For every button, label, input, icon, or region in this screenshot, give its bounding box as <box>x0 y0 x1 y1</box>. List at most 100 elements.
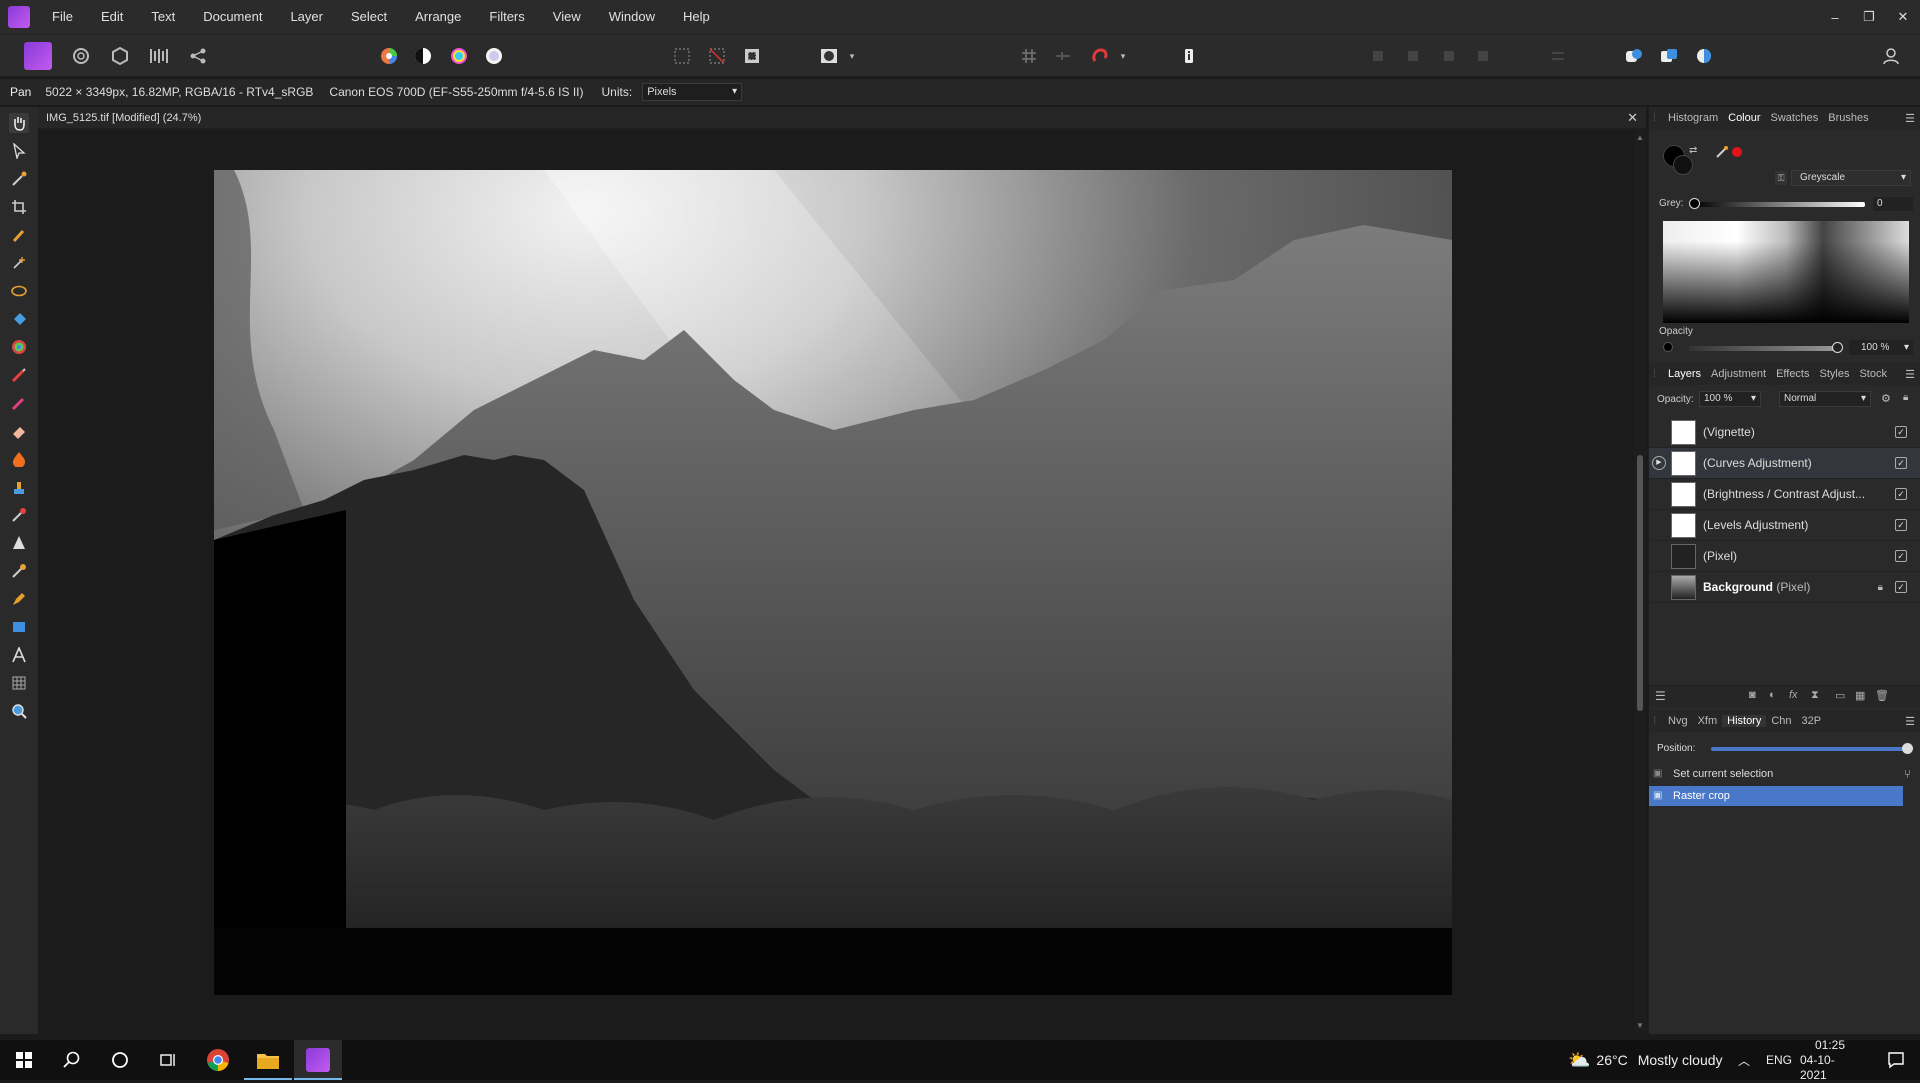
snapping-dropdown-icon[interactable]: ▾ <box>1117 43 1129 69</box>
history-branch-icon[interactable]: ⑂ <box>1904 764 1911 784</box>
flood-fill-tool-icon[interactable] <box>9 309 29 329</box>
snapping-magnet-icon[interactable] <box>1087 43 1113 69</box>
colour-mode-dropdown[interactable]: Greyscale ▾ <box>1791 170 1911 186</box>
add-group-icon[interactable]: ▭ <box>1835 689 1845 702</box>
blend-mode-dropdown[interactable]: Normal ▾ <box>1779 391 1871 407</box>
context-help-icon[interactable] <box>1176 43 1202 69</box>
layer-row[interactable]: (Brightness / Contrast Adjust... ✓ <box>1649 479 1920 510</box>
opacity-value-field[interactable]: 100 % ▾ <box>1849 340 1913 355</box>
tab-adjustment[interactable]: Adjustment <box>1706 368 1771 380</box>
move-back-icon[interactable] <box>1400 43 1426 69</box>
layer-lock-icon[interactable]: 🔒︎ <box>1903 392 1908 403</box>
document-tab[interactable]: IMG_5125.tif [Modified] (24.7%) ✕ <box>38 107 1646 129</box>
delete-layer-icon[interactable]: 🗑︎ <box>1875 689 1889 702</box>
move-to-back-icon[interactable] <box>1436 43 1462 69</box>
lock-icon[interactable]: ⚿ <box>1775 171 1787 185</box>
grey-value-field[interactable]: 0 <box>1873 197 1913 211</box>
file-explorer-icon[interactable] <box>244 1040 292 1080</box>
document-image[interactable] <box>214 170 1452 995</box>
grey-slider-handle[interactable] <box>1689 198 1700 209</box>
selection-marquee-icon[interactable] <box>669 43 695 69</box>
deselect-icon[interactable] <box>704 43 730 69</box>
layer-visibility-checkbox[interactable]: ✓ <box>1895 457 1907 469</box>
scroll-down-icon[interactable]: ▼ <box>1636 1021 1644 1030</box>
tab-brushes[interactable]: Brushes <box>1823 112 1873 124</box>
zoom-tool-icon[interactable] <box>9 701 29 721</box>
quick-mask-icon[interactable] <box>816 43 842 69</box>
quick-mask-dropdown-icon[interactable]: ▾ <box>846 43 858 69</box>
paint-brush-tool-icon[interactable] <box>9 365 29 385</box>
tab-channels[interactable]: Chn <box>1766 715 1796 727</box>
layer-locked-icon[interactable]: 🔒︎ <box>1878 582 1883 593</box>
auto-levels-icon[interactable] <box>376 43 402 69</box>
history-item-selected[interactable]: ▣ Raster crop <box>1649 786 1903 806</box>
panel-menu-icon[interactable]: ☰ <box>1905 715 1915 728</box>
notifications-icon[interactable] <box>1876 1040 1916 1080</box>
auto-contrast-icon[interactable] <box>410 43 436 69</box>
layer-stack-icon[interactable]: ☰ <box>1655 689 1666 703</box>
layer-visibility-checkbox[interactable]: ✓ <box>1895 581 1907 593</box>
erase-tool-icon[interactable] <box>9 421 29 441</box>
smudge-tool-icon[interactable] <box>9 561 29 581</box>
menu-layer[interactable]: Layer <box>276 0 337 34</box>
layer-opacity-field[interactable]: 100 % ▾ <box>1699 391 1761 407</box>
colour-replacement-tool-icon[interactable] <box>9 393 29 413</box>
add-pixel-layer-icon[interactable]: ▦ <box>1855 689 1865 702</box>
close-window-icon[interactable]: ✕ <box>1886 0 1920 34</box>
layer-row[interactable]: (Vignette) ✓ <box>1649 417 1920 448</box>
secondary-colour-swatch[interactable] <box>1673 155 1693 175</box>
minimize-icon[interactable]: – <box>1818 0 1852 34</box>
colour-wheel-box[interactable] <box>1663 221 1909 323</box>
align-icon[interactable] <box>1545 43 1571 69</box>
menu-filters[interactable]: Filters <box>475 0 538 34</box>
tab-transform[interactable]: Xfm <box>1693 715 1723 727</box>
language-indicator[interactable]: ENG <box>1766 1040 1792 1080</box>
show-hidden-icons-icon[interactable]: ︿ <box>1738 1040 1750 1080</box>
tab-styles[interactable]: Styles <box>1815 368 1855 380</box>
task-view-icon[interactable] <box>144 1040 192 1080</box>
picked-colour-swatch[interactable] <box>1732 147 1742 157</box>
start-button-icon[interactable] <box>0 1040 48 1080</box>
menu-file[interactable]: File <box>38 0 87 34</box>
tab-histogram[interactable]: Histogram <box>1663 112 1723 124</box>
tab-32p[interactable]: 32P <box>1797 715 1827 727</box>
weather-widget[interactable]: ⛅ 26°C Mostly cloudy <box>1568 1040 1723 1080</box>
cortana-icon[interactable] <box>96 1040 144 1080</box>
tab-swatches[interactable]: Swatches <box>1766 112 1824 124</box>
layer-row[interactable]: (Levels Adjustment) ✓ <box>1649 510 1920 541</box>
rectangle-tool-icon[interactable] <box>9 617 29 637</box>
affinity-photo-taskbar-icon[interactable] <box>294 1040 342 1080</box>
adjustment-layer-icon[interactable]: ◐ <box>1769 689 1776 701</box>
history-item[interactable]: ▣ Set current selection ⑂ <box>1649 764 1911 784</box>
mesh-warp-tool-icon[interactable] <box>9 673 29 693</box>
selection-brush-tool-icon[interactable] <box>9 225 29 245</box>
pen-tool-icon[interactable] <box>9 589 29 609</box>
export-persona-icon[interactable] <box>185 43 211 69</box>
menu-edit[interactable]: Edit <box>87 0 137 34</box>
panel-menu-icon[interactable]: ☰ <box>1905 368 1915 381</box>
layer-visibility-checkbox[interactable]: ✓ <box>1895 426 1907 438</box>
search-icon[interactable] <box>48 1040 96 1080</box>
menu-document[interactable]: Document <box>189 0 276 34</box>
snapping-grid-icon[interactable] <box>1016 43 1042 69</box>
boolean-subtract-icon[interactable] <box>1656 43 1682 69</box>
dodge-burn-tool-icon[interactable] <box>9 449 29 469</box>
menu-arrange[interactable]: Arrange <box>401 0 475 34</box>
live-filter-icon[interactable]: ⧗ <box>1811 689 1819 702</box>
develop-persona-icon[interactable] <box>107 43 133 69</box>
sharpen-tool-icon[interactable] <box>9 533 29 553</box>
pan-tool-icon[interactable] <box>9 113 29 133</box>
layer-row[interactable]: ▶ (Curves Adjustment) ✓ <box>1649 448 1920 479</box>
boolean-intersect-icon[interactable] <box>1692 43 1718 69</box>
menu-view[interactable]: View <box>539 0 595 34</box>
units-dropdown[interactable]: Pixels <box>642 83 743 101</box>
vertical-scroll-thumb[interactable] <box>1637 455 1643 711</box>
clock[interactable]: 01:25 04-10-2021 <box>1800 1038 1860 1082</box>
blend-options-gear-icon[interactable]: ⚙ <box>1881 392 1891 405</box>
layer-visibility-checkbox[interactable]: ✓ <box>1895 550 1907 562</box>
crop-tool-icon[interactable] <box>9 197 29 217</box>
colour-picker-tool-icon[interactable] <box>9 169 29 189</box>
affinity-photo-logo[interactable] <box>0 0 38 34</box>
close-document-icon[interactable]: ✕ <box>1627 107 1638 129</box>
tab-navigator[interactable]: Nvg <box>1663 715 1693 727</box>
